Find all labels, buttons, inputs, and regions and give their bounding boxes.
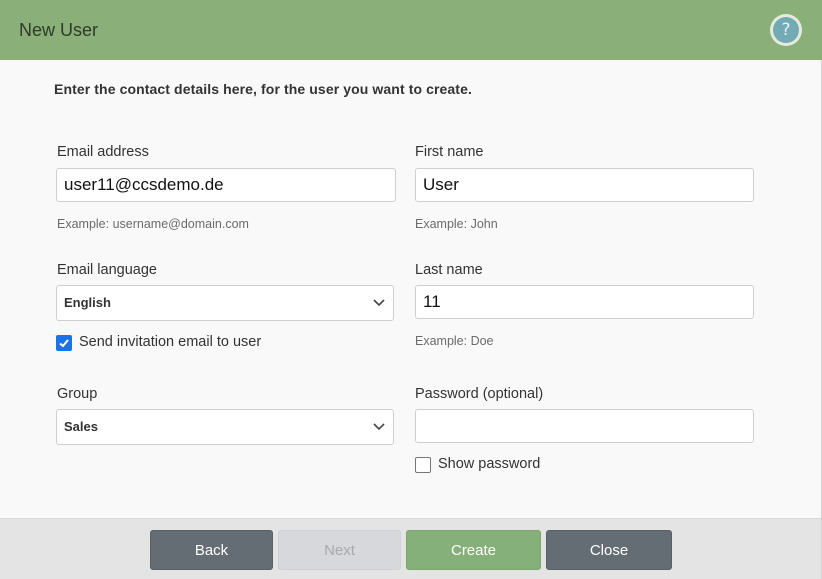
new-user-dialog: New User ? Enter the contact details her… (0, 0, 822, 579)
first-name-field[interactable] (415, 168, 754, 202)
group-value: Sales (64, 419, 98, 434)
chevron-down-icon (373, 299, 385, 307)
email-language-value: English (64, 295, 111, 310)
checkmark-icon (59, 339, 69, 348)
intro-text: Enter the contact details here, for the … (54, 81, 472, 97)
dialog-header: New User ? (0, 0, 822, 60)
last-name-hint: Example: Doe (415, 334, 494, 348)
next-button[interactable]: Next (278, 530, 401, 570)
group-select[interactable]: Sales (56, 409, 394, 445)
email-hint: Example: username@domain.com (57, 217, 249, 231)
show-password-checkbox[interactable] (415, 457, 431, 473)
email-language-label: Email language (57, 262, 157, 278)
first-name-label: First name (415, 144, 484, 160)
last-name-label: Last name (415, 262, 483, 278)
send-invitation-checkbox[interactable] (56, 335, 72, 351)
back-button[interactable]: Back (150, 530, 273, 570)
password-label: Password (optional) (415, 386, 544, 402)
email-field[interactable] (56, 168, 396, 202)
send-invitation-label: Send invitation email to user (79, 334, 262, 350)
show-password-checkbox-row[interactable]: Show password (415, 456, 575, 476)
send-invitation-checkbox-row[interactable]: Send invitation email to user (56, 334, 316, 354)
close-button[interactable]: Close (546, 530, 672, 570)
password-field[interactable] (415, 409, 754, 443)
first-name-hint: Example: John (415, 217, 498, 231)
last-name-field[interactable] (415, 285, 754, 319)
dialog-footer: Back Next Create Close (0, 518, 821, 579)
question-mark-icon: ? (773, 17, 799, 43)
create-button[interactable]: Create (406, 530, 541, 570)
dialog-title: New User (19, 20, 99, 40)
help-button[interactable]: ? (770, 14, 802, 46)
email-language-select[interactable]: English (56, 285, 394, 321)
email-label: Email address (57, 144, 149, 160)
group-label: Group (57, 386, 98, 402)
show-password-label: Show password (438, 456, 541, 472)
chevron-down-icon (373, 423, 385, 431)
